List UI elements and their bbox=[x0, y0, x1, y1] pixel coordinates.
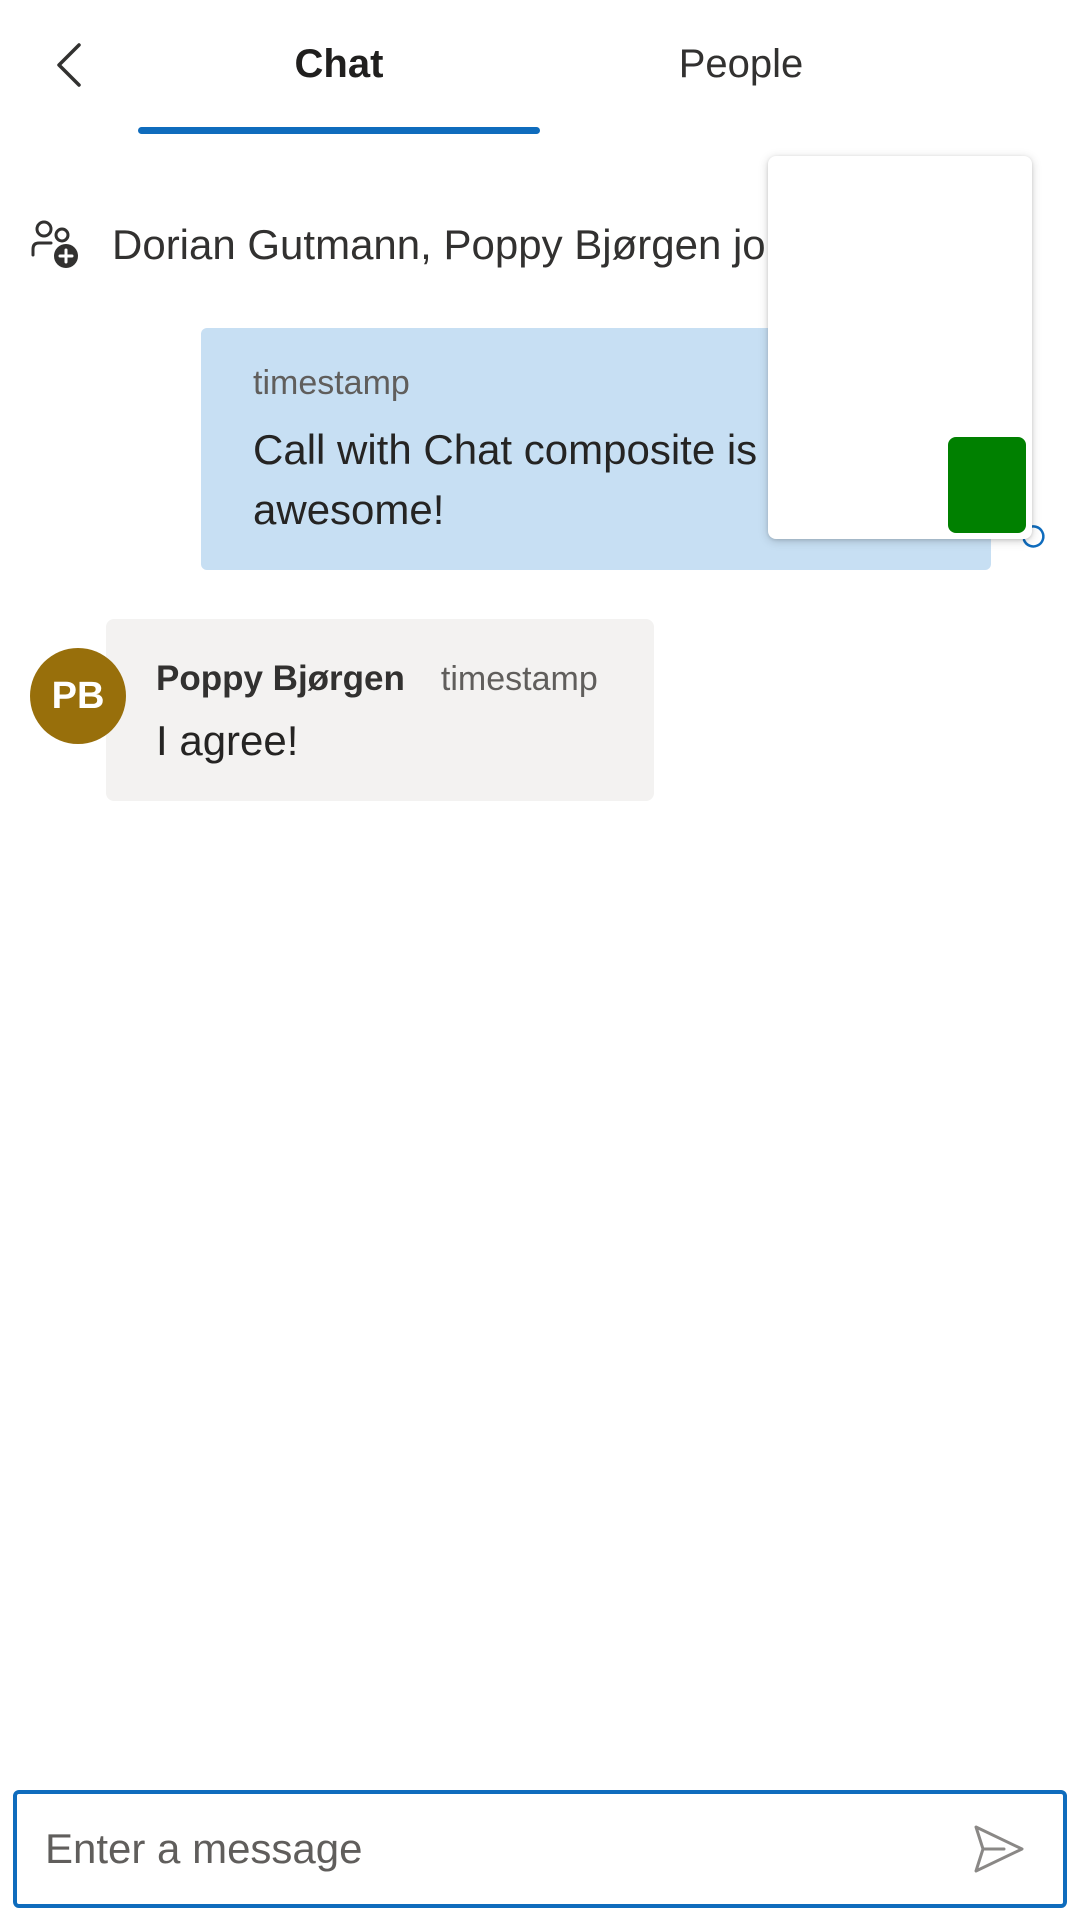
person-add-icon bbox=[31, 220, 78, 268]
local-video-preview[interactable] bbox=[948, 437, 1026, 533]
chat-screen: Chat People Dorian Gutmann, Poppy Bjørge… bbox=[0, 0, 1080, 1920]
avatar-initials: PB bbox=[51, 674, 105, 717]
received-message-bubble[interactable]: Poppy Bjørgen timestamp I agree! bbox=[106, 619, 654, 801]
send-icon bbox=[974, 1825, 1024, 1873]
selected-tab-indicator bbox=[138, 127, 540, 134]
message-header: Poppy Bjørgen timestamp bbox=[156, 659, 604, 699]
system-message-text: Dorian Gutmann, Poppy Bjørgen joi bbox=[112, 221, 770, 268]
message-input[interactable] bbox=[17, 1794, 963, 1904]
received-message-text: I agree! bbox=[156, 717, 299, 764]
message-composer bbox=[13, 1790, 1067, 1908]
tab-chat[interactable]: Chat bbox=[138, 28, 540, 100]
chevron-left-icon bbox=[57, 43, 81, 87]
received-message-timestamp: timestamp bbox=[440, 660, 598, 698]
back-button[interactable] bbox=[38, 32, 98, 98]
avatar[interactable]: PB bbox=[30, 648, 126, 744]
floating-video-tile[interactable] bbox=[768, 156, 1032, 539]
sender-name: Poppy Bjørgen bbox=[156, 659, 405, 698]
tab-people[interactable]: People bbox=[540, 28, 942, 100]
own-message-text: Call with Chat composite is awesome! bbox=[253, 426, 758, 533]
participants-joined-message: Dorian Gutmann, Poppy Bjørgen joi bbox=[30, 212, 770, 278]
header: Chat People bbox=[0, 0, 1080, 136]
send-button[interactable] bbox=[963, 1814, 1033, 1884]
